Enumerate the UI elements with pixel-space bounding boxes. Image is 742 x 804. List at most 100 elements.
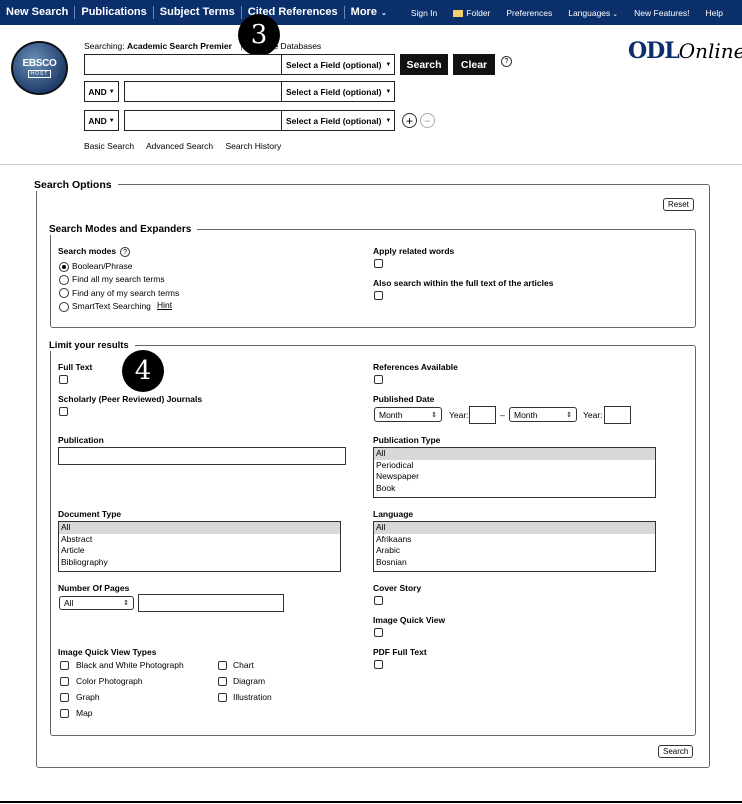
logo-subtext: HOST [27,69,52,78]
list-item[interactable]: All [374,522,655,534]
searching-prefix: Searching: [84,41,125,51]
iqv-color-photo-checkbox[interactable] [60,677,69,686]
references-available-checkbox[interactable] [374,375,383,384]
nav-languages-label: Languages [568,7,611,18]
iqv-graph-checkbox[interactable] [60,693,69,702]
list-item[interactable]: Bibliography [59,557,340,569]
help-icon[interactable]: ? [501,56,512,67]
field-select-label: Select a Field (optional) [286,59,382,70]
search-row-2: AND ▼ Select a Field (optional) ▼ [84,81,395,102]
full-text-search-checkbox[interactable] [374,291,383,300]
document-type-list[interactable]: All Abstract Article Bibliography [58,521,341,572]
boolean-operator-select-2[interactable]: AND ▼ [84,81,119,102]
search-input-1[interactable] [84,54,282,75]
list-item[interactable]: Book [374,483,655,495]
list-item[interactable]: Periodical [374,460,655,472]
iqv-illustration-checkbox[interactable] [218,693,227,702]
radio-find-any[interactable] [59,288,69,298]
nav-folder[interactable]: Folder [445,8,498,18]
iqv-option-label: Chart [233,660,254,670]
hint-link[interactable]: Hint [157,300,172,310]
radio-label: Find any of my search terms [72,288,180,298]
number-of-pages-input[interactable] [138,594,284,612]
search-button[interactable]: Search [400,54,448,75]
apply-related-words-checkbox[interactable] [374,259,383,268]
nav-preferences[interactable]: Preferences [498,8,560,18]
iqv-bw-photo-checkbox[interactable] [60,661,69,670]
field-select-2[interactable]: Select a Field (optional) ▼ [282,81,395,102]
list-item[interactable]: Arabic [374,545,655,557]
field-select-3[interactable]: Select a Field (optional) ▼ [282,110,395,131]
updown-arrow-icon: ⇕ [431,411,437,419]
full-text-label: Full Text [58,362,93,372]
caret-down-icon: ▼ [385,88,392,95]
nav-languages[interactable]: Languages ⌄ [560,8,626,18]
list-item[interactable]: All [374,448,655,460]
full-text-checkbox[interactable] [59,375,68,384]
chevron-down-icon: ⌄ [612,10,619,18]
search-input-3[interactable] [124,110,282,131]
list-item[interactable]: All [59,522,340,534]
updown-arrow-icon: ⇕ [566,411,572,419]
chevron-down-icon: ⌄ [380,10,387,17]
language-list[interactable]: All Afrikaans Arabic Bosnian [373,521,656,572]
iqv-map-checkbox[interactable] [60,709,69,718]
nav-publications[interactable]: Publications [75,6,154,19]
list-item[interactable]: Article [59,545,340,557]
list-item[interactable]: Bosnian [374,557,655,569]
pdf-full-text-checkbox[interactable] [374,660,383,669]
radio-boolean-phrase[interactable] [59,262,69,272]
number-of-pages-select[interactable]: All ⇕ [59,596,134,610]
field-select-label: Select a Field (optional) [286,86,382,97]
list-item[interactable]: Newspaper [374,471,655,483]
add-row-icon[interactable]: + [402,113,417,128]
published-date-to-year[interactable] [604,406,631,424]
field-select-1[interactable]: Select a Field (optional) ▼ [282,54,395,75]
nav-more[interactable]: More ⌄ [345,6,393,19]
language-label: Language [373,509,414,519]
search-row-1: Select a Field (optional) ▼ Search Clear … [84,54,512,75]
published-date-to-month[interactable]: Month ⇕ [509,407,577,422]
iqv-option-label: Map [76,708,93,718]
ebsco-host-logo[interactable]: EBSCO HOST [11,41,68,95]
publication-input[interactable] [58,447,346,465]
list-item[interactable]: Afrikaans [374,534,655,546]
help-icon[interactable]: ? [120,247,131,257]
search-links: Basic Search Advanced Search Search Hist… [84,141,291,151]
radio-find-all[interactable] [59,275,69,285]
search-input-2[interactable] [124,81,282,102]
nav-help[interactable]: Help [697,8,730,18]
published-date-from-year[interactable] [469,406,496,424]
options-search-button[interactable]: Search [658,745,694,758]
field-select-label: Select a Field (optional) [286,115,382,126]
search-history-link[interactable]: Search History [225,141,281,151]
radio-smarttext[interactable] [59,302,69,312]
published-date-from-month[interactable]: Month ⇕ [374,407,442,422]
scholarly-journals-label: Scholarly (Peer Reviewed) Journals [58,394,203,404]
iqv-diagram-checkbox[interactable] [218,677,227,686]
folder-icon [453,9,464,17]
nav-subject-terms[interactable]: Subject Terms [154,6,242,19]
caret-down-icon: ▼ [108,88,115,95]
clear-button[interactable]: Clear [453,54,495,75]
iqv-chart-checkbox[interactable] [218,661,227,670]
odl-logo-bold: ODL [628,38,680,64]
nav-new-features[interactable]: New Features! [626,8,697,18]
image-quick-view-checkbox[interactable] [374,628,383,637]
cover-story-checkbox[interactable] [374,596,383,605]
caret-down-icon: ▼ [385,61,392,68]
list-item[interactable]: Abstract [59,534,340,546]
advanced-search-link[interactable]: Advanced Search [146,141,213,151]
full-text-search-label: Also search within the full text of the … [373,278,554,288]
basic-search-link[interactable]: Basic Search [84,141,134,151]
boolean-operator-select-3[interactable]: AND ▼ [84,110,119,131]
nav-sign-in[interactable]: Sign In [403,8,445,18]
scholarly-journals-checkbox[interactable] [59,407,68,416]
select-value: Month [379,409,403,420]
reset-button[interactable]: Reset [663,198,694,211]
publication-type-list[interactable]: All Periodical Newspaper Book [373,447,656,498]
nav-new-search[interactable]: New Search [0,6,76,19]
apply-related-words-label: Apply related words [373,246,455,256]
updown-arrow-icon: ⇕ [123,600,129,607]
remove-row-icon[interactable]: − [420,113,435,128]
